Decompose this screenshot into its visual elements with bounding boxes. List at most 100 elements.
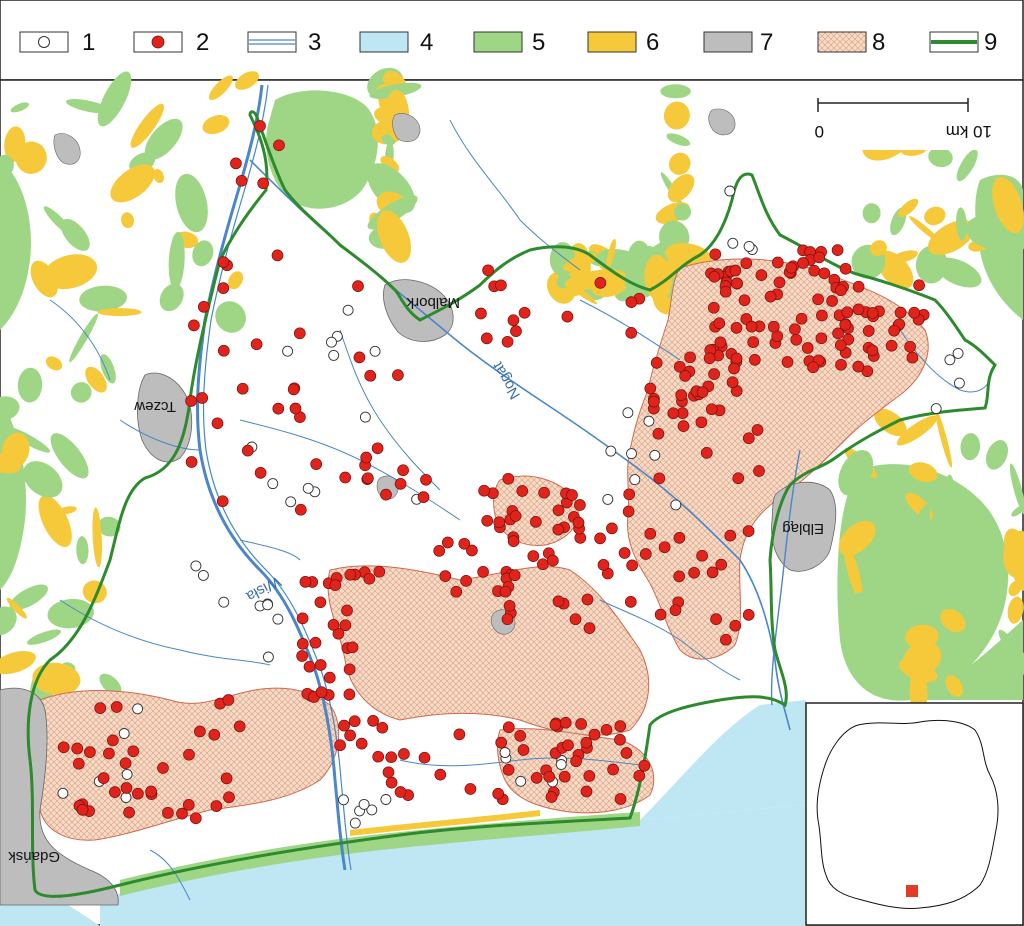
red-dot-point xyxy=(398,748,410,760)
red-dot-point xyxy=(272,402,285,415)
open-circle-point xyxy=(555,759,567,770)
open-circle-point xyxy=(267,478,279,490)
open-circle-point xyxy=(190,560,202,572)
red-dot-point xyxy=(753,465,765,477)
red-dot-point xyxy=(418,751,431,764)
red-dot-point xyxy=(310,458,323,470)
red-dot-point xyxy=(696,386,709,398)
red-dot-point xyxy=(188,319,200,332)
red-dot-point xyxy=(835,358,847,371)
open-circle-point xyxy=(930,403,942,415)
red-dot-point xyxy=(552,523,565,536)
red-dot-point xyxy=(478,484,490,497)
red-dot-point xyxy=(658,541,671,554)
red-dot-point xyxy=(517,744,530,756)
red-dot-point xyxy=(546,554,559,567)
red-dot-point xyxy=(294,503,307,516)
red-dot-point xyxy=(834,339,847,351)
red-dot-point xyxy=(508,569,521,582)
red-dot-point xyxy=(730,352,743,365)
red-dot-point xyxy=(76,804,89,816)
red-dot-point xyxy=(348,715,361,728)
red-dot-point xyxy=(773,276,786,289)
red-dot-point xyxy=(677,420,690,432)
red-dot-point xyxy=(296,612,309,625)
red-dot-point xyxy=(344,568,357,581)
red-dot-point xyxy=(575,718,587,730)
legend-label-7: 7 xyxy=(760,29,773,56)
red-dot-point xyxy=(72,757,85,770)
red-dot-point xyxy=(464,783,477,795)
open-circle-point xyxy=(262,651,274,663)
red-dot-point xyxy=(352,280,364,292)
red-dot-point xyxy=(397,464,409,477)
red-dot-point xyxy=(480,332,493,345)
legend-item-4: 4 xyxy=(359,29,433,56)
red-dot-point xyxy=(433,545,446,557)
red-dot-point xyxy=(639,548,652,560)
red-dot-point xyxy=(751,424,764,436)
red-dot-point xyxy=(724,529,737,542)
open-circle-point xyxy=(262,599,274,611)
red-dot-point xyxy=(714,336,727,349)
red-dot-point xyxy=(852,303,865,316)
red-dot-point xyxy=(376,721,389,734)
red-dot-point xyxy=(552,595,565,608)
red-dot-point xyxy=(475,307,487,320)
red-dot-point xyxy=(588,728,601,741)
legend-label-9: 9 xyxy=(984,29,997,56)
red-dot-point xyxy=(638,759,651,772)
red-dot-point xyxy=(781,356,794,368)
red-dot-point xyxy=(233,720,246,733)
open-circle-point xyxy=(643,415,655,427)
legend-item-6: 6 xyxy=(587,29,659,56)
red-dot-point xyxy=(708,270,721,283)
red-dot-point xyxy=(343,663,356,676)
open-circle-point xyxy=(953,377,965,389)
red-dot-point xyxy=(293,327,306,340)
red-dot-point xyxy=(650,357,663,369)
red-dot-point xyxy=(97,772,110,784)
red-dot-point xyxy=(499,585,512,598)
open-circle-point xyxy=(629,474,641,486)
landcover-patch xyxy=(97,308,142,317)
red-dot-point xyxy=(197,301,210,313)
red-dot-point xyxy=(703,352,716,365)
red-dot-point xyxy=(797,257,809,269)
red-dot-point xyxy=(392,369,404,381)
red-dot-point xyxy=(341,604,353,617)
red-dot-point xyxy=(742,525,755,537)
open-circle-point xyxy=(342,304,354,316)
red-dot-point xyxy=(625,296,638,308)
open-circle-point xyxy=(120,792,132,803)
open-circle-point xyxy=(727,237,739,249)
red-dot-point xyxy=(713,317,726,330)
open-circle-point xyxy=(282,345,294,357)
red-dot-point xyxy=(654,608,667,621)
red-dot-point xyxy=(545,791,558,803)
red-dot-point xyxy=(109,786,121,798)
red-dot-point xyxy=(110,701,123,713)
red-dot-point xyxy=(745,320,758,333)
red-dot-point xyxy=(127,745,140,758)
open-circle-point xyxy=(369,345,381,357)
red-dot-point xyxy=(620,747,633,759)
red-dot-point xyxy=(346,641,359,654)
red-dot-point xyxy=(482,264,494,277)
red-dot-point xyxy=(543,770,556,783)
red-dot-point xyxy=(644,382,657,395)
red-dot-point xyxy=(217,282,230,294)
red-dot-point xyxy=(726,376,739,389)
red-dot-point xyxy=(185,456,198,468)
red-dot-point xyxy=(710,613,722,625)
red-dot-point xyxy=(132,787,144,800)
legend-label-8: 8 xyxy=(872,29,885,56)
red-dot-point xyxy=(729,264,742,277)
red-dot-point xyxy=(503,599,516,612)
red-dot-point xyxy=(84,746,96,758)
red-dot-point xyxy=(502,764,515,776)
red-dot-point xyxy=(624,596,637,608)
red-dot-point xyxy=(675,389,688,401)
red-dot-point xyxy=(906,351,919,364)
legend-label-4: 4 xyxy=(420,29,433,56)
